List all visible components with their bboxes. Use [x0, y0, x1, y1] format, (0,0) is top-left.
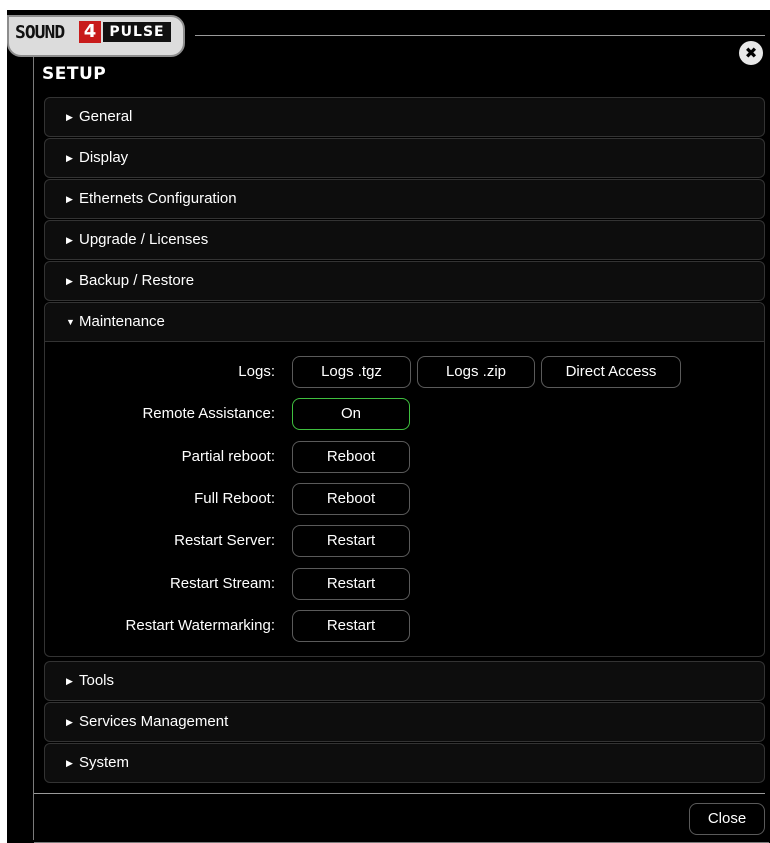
- caret-down-icon: ▼: [66, 317, 75, 327]
- direct-access-button[interactable]: Direct Access: [541, 356, 681, 388]
- caret-right-icon: ▶: [66, 276, 73, 286]
- section-services-management[interactable]: ▶ Services Management: [44, 702, 765, 742]
- caret-right-icon: ▶: [66, 676, 73, 686]
- section-maintenance: ▼ Maintenance Logs: Logs .tgz Logs .zip …: [44, 302, 765, 657]
- section-display[interactable]: ▶ Display: [44, 138, 765, 178]
- restart-server-button[interactable]: Restart: [292, 525, 410, 557]
- caret-right-icon: ▶: [66, 112, 73, 122]
- section-backup-restore[interactable]: ▶ Backup / Restore: [44, 261, 765, 301]
- logo-four-mark: 4: [79, 21, 101, 43]
- section-label: System: [79, 754, 130, 771]
- section-tools[interactable]: ▶ Tools: [44, 661, 765, 701]
- section-upgrade-licenses[interactable]: ▶ Upgrade / Licenses: [44, 220, 765, 260]
- section-label: Backup / Restore: [79, 272, 195, 289]
- logs-label: Logs:: [238, 363, 275, 380]
- section-header-system[interactable]: ▶ System: [45, 744, 764, 782]
- remote-assistance-label: Remote Assistance:: [142, 405, 275, 422]
- logo-pulse-text: PULSE: [103, 22, 171, 42]
- partial-reboot-button[interactable]: Reboot: [292, 441, 410, 473]
- close-icon[interactable]: ✖: [739, 41, 763, 65]
- footer-divider: [34, 793, 765, 794]
- logs-tgz-button[interactable]: Logs .tgz: [292, 356, 411, 388]
- restart-watermarking-row: Restart Watermarking: Restart: [45, 610, 764, 642]
- section-general[interactable]: ▶ General: [44, 97, 765, 137]
- frame-border-top: [195, 35, 765, 36]
- section-header-upgrade[interactable]: ▶ Upgrade / Licenses: [45, 221, 764, 259]
- partial-reboot-row: Partial reboot: Reboot: [45, 441, 764, 473]
- section-header-display[interactable]: ▶ Display: [45, 139, 764, 177]
- section-header-services[interactable]: ▶ Services Management: [45, 703, 764, 741]
- full-reboot-label: Full Reboot:: [194, 490, 275, 507]
- section-label: Maintenance: [79, 313, 165, 330]
- caret-right-icon: ▶: [66, 717, 73, 727]
- section-system[interactable]: ▶ System: [44, 743, 765, 783]
- section-label: Display: [79, 149, 129, 166]
- section-label: Services Management: [79, 713, 229, 730]
- caret-right-icon: ▶: [66, 758, 73, 768]
- section-ethernets-configuration[interactable]: ▶ Ethernets Configuration: [44, 179, 765, 219]
- remote-assistance-toggle[interactable]: On: [292, 398, 410, 430]
- restart-server-label: Restart Server:: [174, 532, 275, 549]
- caret-right-icon: ▶: [66, 153, 73, 163]
- section-label: Upgrade / Licenses: [79, 231, 209, 248]
- section-header-ethernets[interactable]: ▶ Ethernets Configuration: [45, 180, 764, 218]
- logs-zip-button[interactable]: Logs .zip: [417, 356, 535, 388]
- partial-reboot-label: Partial reboot:: [181, 448, 275, 465]
- full-reboot-button[interactable]: Reboot: [292, 483, 410, 515]
- restart-server-row: Restart Server: Restart: [45, 525, 764, 557]
- section-label: Ethernets Configuration: [79, 190, 237, 207]
- close-button[interactable]: Close: [689, 803, 765, 835]
- section-header-tools[interactable]: ▶ Tools: [45, 662, 764, 700]
- section-label: Tools: [79, 672, 115, 689]
- caret-right-icon: ▶: [66, 235, 73, 245]
- restart-stream-row: Restart Stream: Restart: [45, 568, 764, 600]
- section-label: General: [79, 108, 133, 125]
- sound4-pulse-logo: SOUND 4 PULSE: [7, 15, 185, 57]
- restart-watermarking-button[interactable]: Restart: [292, 610, 410, 642]
- restart-stream-button[interactable]: Restart: [292, 568, 410, 600]
- section-header-maintenance[interactable]: ▼ Maintenance: [45, 303, 764, 342]
- dialog-title: SETUP: [42, 64, 107, 84]
- restart-stream-label: Restart Stream:: [169, 575, 275, 592]
- caret-right-icon: ▶: [66, 194, 73, 204]
- restart-watermarking-label: Restart Watermarking:: [125, 617, 275, 634]
- logo-sound-text: SOUND: [15, 22, 65, 43]
- section-header-backup[interactable]: ▶ Backup / Restore: [45, 262, 764, 300]
- full-reboot-row: Full Reboot: Reboot: [45, 483, 764, 515]
- logs-row: Logs: Logs .tgz Logs .zip Direct Access: [45, 356, 764, 388]
- frame-border-left: [33, 50, 34, 840]
- section-header-general[interactable]: ▶ General: [45, 98, 764, 136]
- remote-assistance-row: Remote Assistance: On: [45, 398, 764, 430]
